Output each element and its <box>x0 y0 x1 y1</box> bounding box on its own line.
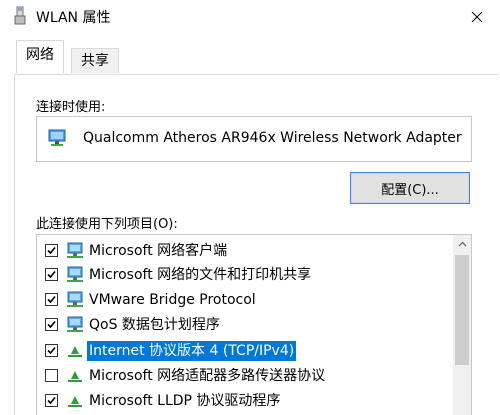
components-list[interactable]: Microsoft 网络客户端 Microsoft 网络的文件和打印机共享 VM… <box>36 234 472 415</box>
checkbox[interactable] <box>45 344 58 357</box>
window-title: WLAN 属性 <box>36 10 111 26</box>
network-adapter-icon <box>47 128 69 152</box>
list-item[interactable]: Microsoft 网络适配器多路传送器协议 <box>37 364 447 388</box>
list-item-selected[interactable]: Internet 协议版本 4 (TCP/IPv4) <box>37 339 447 363</box>
scroll-thumb[interactable] <box>455 255 469 365</box>
protocol-icon <box>65 367 85 385</box>
network-client-icon <box>65 291 85 309</box>
title-bar: WLAN 属性 <box>0 0 500 34</box>
connect-using-label: 连接时使用: <box>36 100 106 115</box>
list-item[interactable]: VMware Bridge Protocol <box>37 288 447 312</box>
item-label: Microsoft LLDP 协议驱动程序 <box>89 393 281 409</box>
chevron-up-icon <box>458 241 466 247</box>
adapter-field: Qualcomm Atheros AR946x Wireless Network… <box>36 116 472 162</box>
checkbox[interactable] <box>45 394 58 407</box>
checkbox[interactable] <box>45 293 58 306</box>
close-icon <box>471 11 483 23</box>
checkbox[interactable] <box>45 244 58 257</box>
item-label: Microsoft 网络适配器多路传送器协议 <box>89 368 326 384</box>
list-item[interactable]: Microsoft 网络的文件和打印机共享 <box>37 263 447 287</box>
checkbox[interactable] <box>45 268 58 281</box>
tab-network[interactable]: 网络 <box>16 40 64 73</box>
configure-button-label: 配置(C)... <box>381 182 439 198</box>
protocol-icon <box>65 342 85 360</box>
item-label: VMware Bridge Protocol <box>89 292 256 308</box>
protocol-icon <box>65 392 85 410</box>
vertical-scrollbar[interactable] <box>453 235 471 415</box>
list-item[interactable]: Microsoft LLDP 协议驱动程序 <box>37 389 447 413</box>
list-item[interactable]: QoS 数据包计划程序 <box>37 313 447 337</box>
tab-sharing[interactable]: 共享 <box>71 48 119 73</box>
list-item[interactable]: Microsoft 网络客户端 <box>37 239 447 263</box>
item-label: QoS 数据包计划程序 <box>89 317 220 333</box>
network-client-icon <box>65 316 85 334</box>
adapter-name: Qualcomm Atheros AR946x Wireless Network… <box>83 130 462 146</box>
item-label: Microsoft 网络的文件和打印机共享 <box>89 267 312 283</box>
close-button[interactable] <box>454 0 500 34</box>
wlan-adapter-icon <box>12 6 28 26</box>
checkbox[interactable] <box>45 318 58 331</box>
items-section-label: 此连接使用下列项目(O): <box>36 217 178 232</box>
scroll-up-button[interactable] <box>453 235 471 253</box>
configure-button[interactable]: 配置(C)... <box>350 172 470 204</box>
item-label: Internet 协议版本 4 (TCP/IPv4) <box>87 341 297 361</box>
network-client-icon <box>65 266 85 284</box>
network-client-icon <box>65 242 85 260</box>
tab-strip: 网络 共享 <box>0 34 500 74</box>
item-label: Microsoft 网络客户端 <box>89 243 228 259</box>
checkbox[interactable] <box>45 369 58 382</box>
